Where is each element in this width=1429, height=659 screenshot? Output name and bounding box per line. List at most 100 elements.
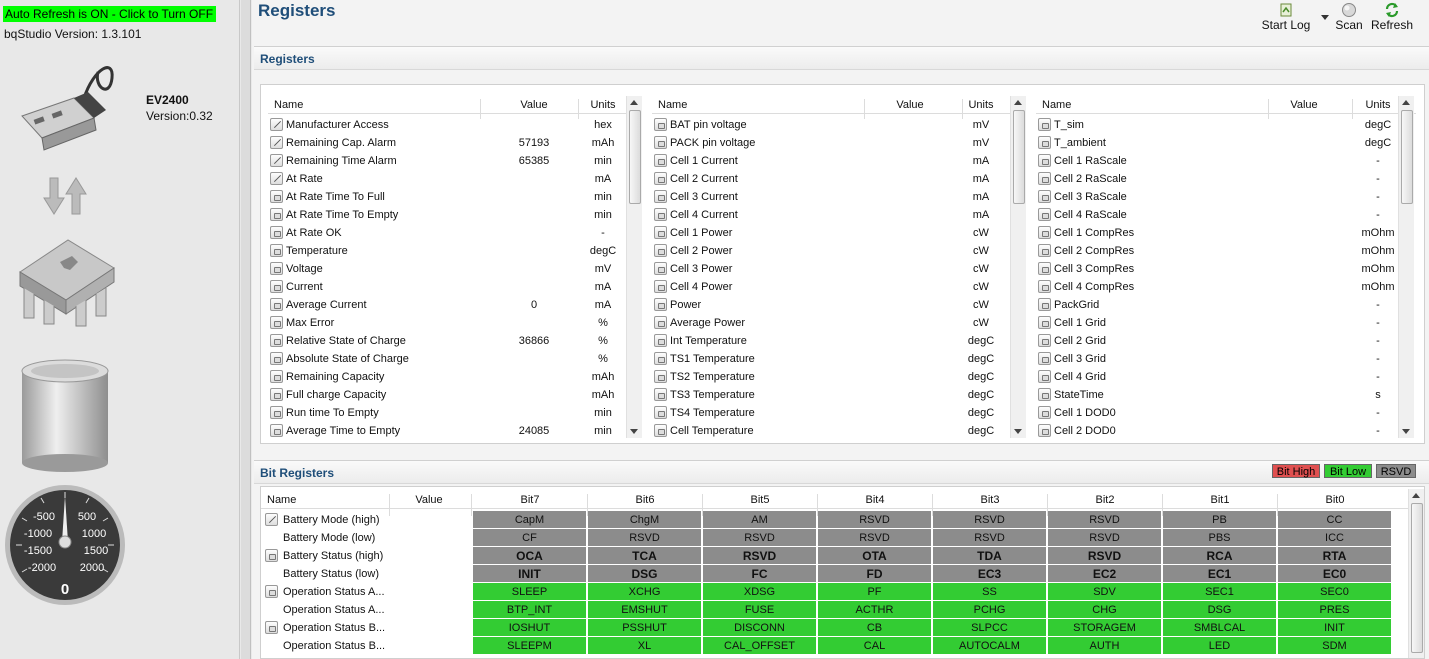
- auto-refresh-toggle[interactable]: Auto Refresh is ON - Click to Turn OFF: [3, 6, 216, 22]
- col-units-header[interactable]: Units: [580, 99, 626, 111]
- bit-cell[interactable]: EC1: [1163, 565, 1277, 583]
- bit-cell[interactable]: RTA: [1278, 547, 1392, 565]
- register-row[interactable]: Cell 2 RaScale -: [1036, 170, 1396, 188]
- register-row[interactable]: Cell 2 Power cW: [652, 242, 1008, 260]
- bit-cell[interactable]: RSVD: [933, 529, 1047, 547]
- col-value-header[interactable]: Value: [1264, 99, 1344, 111]
- bit-cell[interactable]: CHG: [1048, 601, 1162, 619]
- bit-register-row[interactable]: Operation Status A... BTP_INT EMSHUT FUSE AC…: [261, 601, 1401, 619]
- bit-cell[interactable]: XCHG: [588, 583, 702, 601]
- register-row[interactable]: T_ambient degC: [1036, 134, 1396, 152]
- bit-cell[interactable]: PB: [1163, 511, 1277, 529]
- bit-cell[interactable]: RSVD: [703, 529, 817, 547]
- bit-col-header[interactable]: Bit0: [1278, 494, 1392, 506]
- register-row[interactable]: Average Power cW: [652, 314, 1008, 332]
- register-row[interactable]: At Rate OK -: [268, 224, 624, 242]
- lock-icon[interactable]: [654, 136, 667, 149]
- edit-icon[interactable]: [270, 172, 283, 185]
- register-row[interactable]: Cell 1 RaScale -: [1036, 152, 1396, 170]
- lock-icon[interactable]: [270, 424, 283, 437]
- bit-cell[interactable]: INIT: [1278, 619, 1392, 637]
- register-row[interactable]: T_sim degC: [1036, 116, 1396, 134]
- lock-icon[interactable]: [654, 298, 667, 311]
- bit-col-header[interactable]: Bit1: [1163, 494, 1277, 506]
- lock-icon[interactable]: [1038, 280, 1051, 293]
- register-row[interactable]: At Rate mA: [268, 170, 624, 188]
- scroll-thumb[interactable]: [1401, 110, 1413, 204]
- register-value[interactable]: 0: [494, 299, 574, 311]
- bit-col-header[interactable]: Bit7: [473, 494, 587, 506]
- col-name-header[interactable]: Name: [274, 99, 303, 111]
- register-row[interactable]: Remaining Capacity mAh: [268, 368, 624, 386]
- lock-icon[interactable]: [270, 280, 283, 293]
- register-row[interactable]: Temperature degC: [268, 242, 624, 260]
- scroll-up-icon[interactable]: [1402, 100, 1410, 105]
- bit-register-row[interactable]: Battery Mode (low) CF RSVD RSVD RSVD RSVD RSVD…: [261, 529, 1401, 547]
- bit-cell[interactable]: AUTOCALM: [933, 637, 1047, 655]
- lock-icon[interactable]: [654, 226, 667, 239]
- lock-icon[interactable]: [654, 208, 667, 221]
- bit-cell[interactable]: EC2: [1048, 565, 1162, 583]
- bit-cell[interactable]: AM: [703, 511, 817, 529]
- bit-cell[interactable]: RSVD: [1048, 547, 1162, 565]
- register-row[interactable]: Cell 1 Current mA: [652, 152, 1008, 170]
- bit-cell[interactable]: RCA: [1163, 547, 1277, 565]
- lock-icon[interactable]: [1038, 298, 1051, 311]
- lock-icon[interactable]: [1038, 370, 1051, 383]
- bit-cell[interactable]: RSVD: [933, 511, 1047, 529]
- lock-icon[interactable]: [270, 190, 283, 203]
- scroll-thumb[interactable]: [1013, 110, 1025, 204]
- chevron-down-icon[interactable]: [1320, 12, 1330, 22]
- lock-icon[interactable]: [654, 118, 667, 131]
- edit-icon[interactable]: [270, 136, 283, 149]
- scroll-down-icon[interactable]: [1014, 429, 1022, 434]
- lock-icon[interactable]: [1038, 316, 1051, 329]
- lock-icon[interactable]: [654, 172, 667, 185]
- register-row[interactable]: Cell 4 Power cW: [652, 278, 1008, 296]
- bit-col-header[interactable]: Value: [389, 494, 469, 506]
- grid-scrollbar[interactable]: [626, 96, 642, 438]
- bit-cell[interactable]: CapM: [473, 511, 587, 529]
- scroll-down-icon[interactable]: [1402, 429, 1410, 434]
- bit-cell[interactable]: RSVD: [818, 529, 932, 547]
- scroll-up-icon[interactable]: [1014, 100, 1022, 105]
- col-name-header[interactable]: Name: [1042, 99, 1071, 111]
- bit-cell[interactable]: FUSE: [703, 601, 817, 619]
- register-row[interactable]: TS4 Temperature degC: [652, 404, 1008, 422]
- lock-icon[interactable]: [1038, 172, 1051, 185]
- scroll-down-icon[interactable]: [630, 429, 638, 434]
- register-row[interactable]: TS2 Temperature degC: [652, 368, 1008, 386]
- register-row[interactable]: StateTime s: [1036, 386, 1396, 404]
- bit-cell[interactable]: PRES: [1278, 601, 1392, 619]
- lock-icon[interactable]: [1038, 208, 1051, 221]
- lock-icon[interactable]: [1038, 190, 1051, 203]
- bit-cell[interactable]: PSSHUT: [588, 619, 702, 637]
- registers-section-header[interactable]: Registers: [254, 46, 1429, 70]
- refresh-button[interactable]: Refresh: [1370, 2, 1414, 36]
- register-value[interactable]: 65385: [494, 155, 574, 167]
- register-row[interactable]: Relative State of Charge 36866%: [268, 332, 624, 350]
- lock-icon[interactable]: [654, 406, 667, 419]
- lock-icon[interactable]: [654, 262, 667, 275]
- bit-registers-section-header[interactable]: Bit Registers: [254, 460, 1429, 484]
- register-row[interactable]: Cell 3 Power cW: [652, 260, 1008, 278]
- bit-col-header[interactable]: Bit3: [933, 494, 1047, 506]
- bit-cell[interactable]: SEC0: [1278, 583, 1392, 601]
- register-row[interactable]: Absolute State of Charge%: [268, 350, 624, 368]
- lock-icon[interactable]: [654, 244, 667, 257]
- scroll-up-icon[interactable]: [630, 100, 638, 105]
- lock-icon[interactable]: [654, 154, 667, 167]
- bit-table-scrollbar[interactable]: [1408, 489, 1424, 658]
- lock-icon[interactable]: [1038, 136, 1051, 149]
- bit-register-row[interactable]: Battery Status (low) INIT DSG FC FD EC3 EC2 EC1…: [261, 565, 1401, 583]
- register-row[interactable]: Average Time to Empty 24085 min: [268, 422, 624, 440]
- register-row[interactable]: Remaining Cap. Alarm 57193 mAh: [268, 134, 624, 152]
- lock-icon[interactable]: [1038, 334, 1051, 347]
- bit-cell[interactable]: DSG: [1163, 601, 1277, 619]
- lock-icon[interactable]: [265, 621, 278, 634]
- bit-cell[interactable]: RSVD: [1048, 529, 1162, 547]
- register-value[interactable]: 24085: [494, 425, 574, 437]
- bit-cell[interactable]: SS: [933, 583, 1047, 601]
- register-row[interactable]: Run time To Empty min: [268, 404, 624, 422]
- bit-col-header[interactable]: Bit6: [588, 494, 702, 506]
